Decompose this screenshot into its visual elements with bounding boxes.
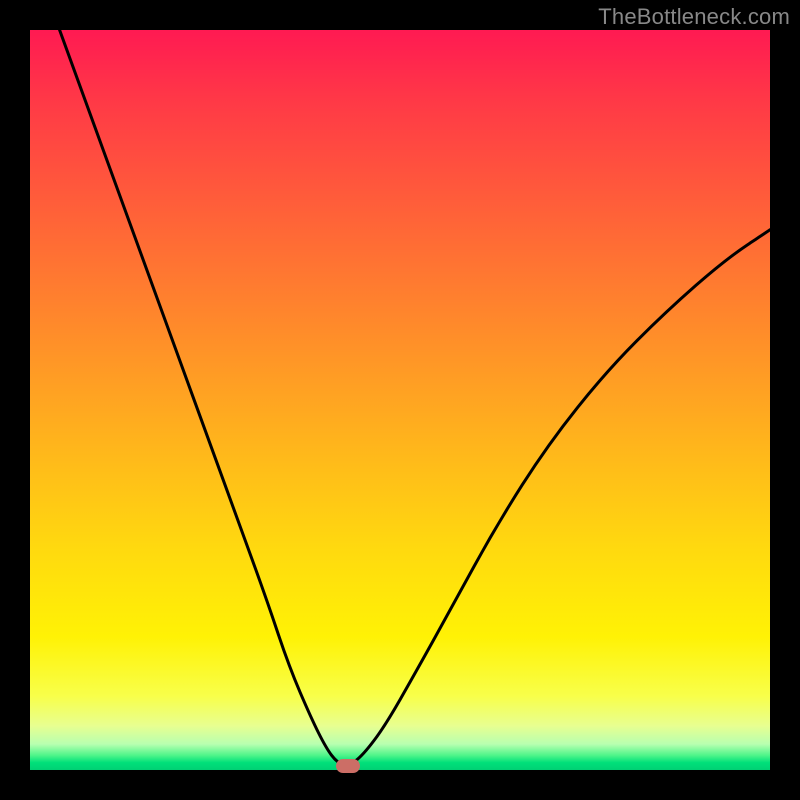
chart-frame: TheBottleneck.com bbox=[0, 0, 800, 800]
optimal-marker bbox=[336, 759, 360, 773]
plot-area bbox=[30, 30, 770, 770]
bottleneck-curve bbox=[30, 30, 770, 770]
watermark-text: TheBottleneck.com bbox=[598, 4, 790, 30]
curve-path bbox=[60, 30, 770, 765]
